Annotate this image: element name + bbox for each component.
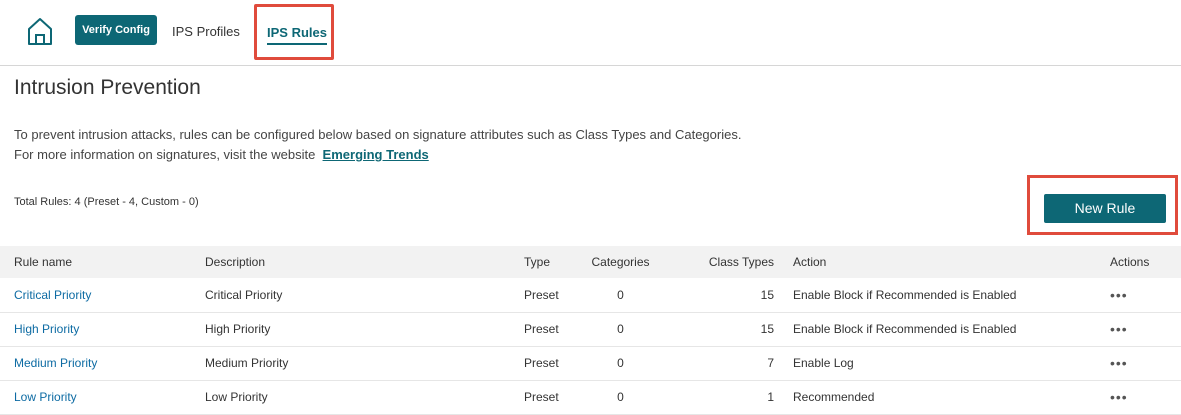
rule-type: Preset [524,390,559,404]
header-categories: Categories [591,255,650,269]
description-line-2-text: For more information on signatures, visi… [14,147,316,162]
tab-ips-profiles[interactable]: IPS Profiles [172,15,240,49]
rule-categories: 0 [617,287,624,302]
rule-action: Recommended [793,390,875,404]
more-actions-icon[interactable]: ••• [1110,287,1128,303]
table-row: High Priority High Priority Preset 0 15 … [0,312,1181,346]
rule-name-link[interactable]: Critical Priority [14,288,91,302]
more-actions-icon[interactable]: ••• [1110,355,1128,371]
rule-description: Critical Priority [205,287,283,302]
rule-name-link[interactable]: Medium Priority [14,356,97,370]
table-header-row: Rule name Description Type Categories Cl… [0,246,1181,278]
rule-type: Preset [524,356,559,370]
table-row: Medium Priority Medium Priority Preset 0… [0,346,1181,380]
rule-class-types: 15 [760,287,774,302]
top-navigation: Verify Config IPS Profiles IPS Rules [0,0,1181,66]
description-line-2: For more information on signatures, visi… [14,145,741,165]
rule-description: High Priority [205,322,271,336]
rule-action: Enable Log [793,356,854,370]
rules-table: Rule name Description Type Categories Cl… [0,246,1181,415]
table-row: Critical Priority Critical Priority Pres… [0,278,1181,312]
home-icon[interactable] [26,16,54,46]
more-actions-icon[interactable]: ••• [1110,321,1128,337]
rule-type: Preset [524,322,559,336]
rule-description: Medium Priority [205,356,289,370]
rule-categories: 0 [617,390,624,404]
rule-categories: 0 [617,356,624,370]
table-row: Low Priority Low Priority Preset 0 1 Rec… [0,380,1181,414]
rule-name-link[interactable]: Low Priority [14,390,77,404]
rule-name-link[interactable]: High Priority [14,322,79,336]
rule-description: Low Priority [205,390,268,404]
header-description: Description [205,255,266,269]
description-line-1: To prevent intrusion attacks, rules can … [14,127,742,142]
page-description: To prevent intrusion attacks, rules can … [14,125,741,165]
page-title: Intrusion Prevention [14,76,201,99]
header-type: Type [524,255,551,269]
header-actions: Actions [1110,255,1150,269]
emerging-trends-link[interactable]: Emerging Trends [323,147,429,162]
verify-config-button[interactable]: Verify Config [75,15,157,45]
header-class-types: Class Types [708,255,774,269]
header-rule-name: Rule name [14,255,73,269]
rule-action: Enable Block if Recommended is Enabled [793,287,1017,302]
rule-class-types: 7 [767,356,774,370]
more-actions-icon[interactable]: ••• [1110,389,1128,405]
rule-class-types: 15 [760,322,774,336]
total-rules-summary: Total Rules: 4 (Preset - 4, Custom - 0) [14,196,199,208]
rule-type: Preset [524,287,559,302]
rule-categories: 0 [617,322,624,336]
rule-action: Enable Block if Recommended is Enabled [793,322,1017,336]
rule-class-types: 1 [767,390,774,404]
tab-ips-rules[interactable]: IPS Rules [254,4,334,60]
tab-ips-rules-label: IPS Rules [267,24,327,45]
new-rule-button[interactable]: New Rule [1044,194,1166,223]
header-action: Action [793,255,827,269]
